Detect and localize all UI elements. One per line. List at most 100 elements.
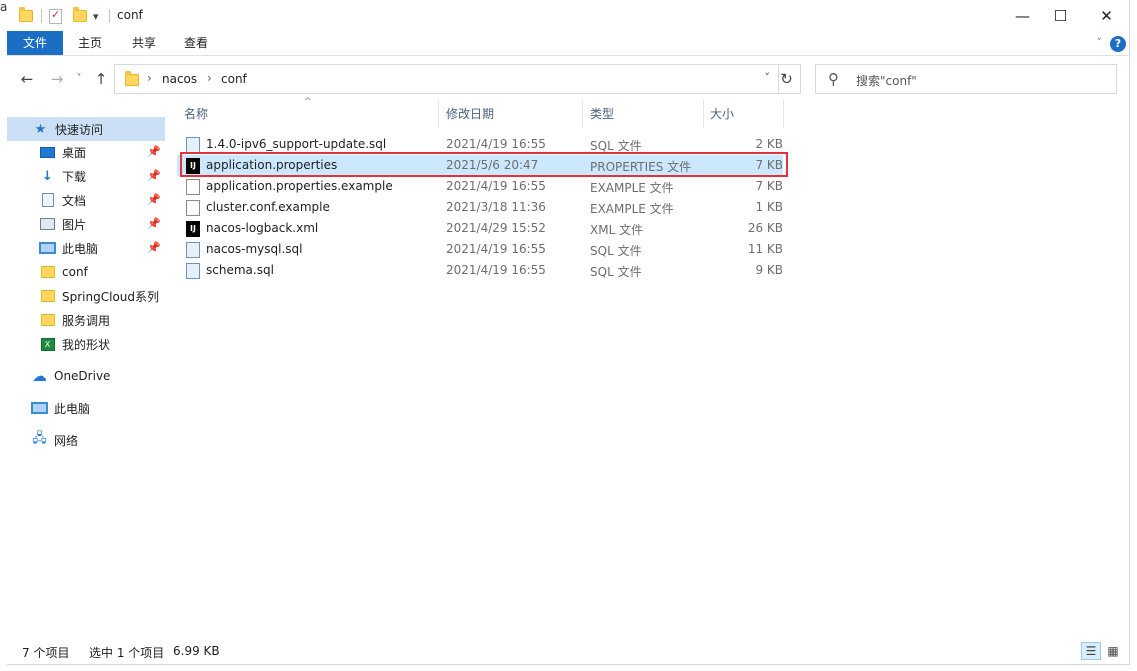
sidebar-item-documents[interactable]: 文档 📌: [7, 188, 165, 212]
file-name: nacos-logback.xml: [206, 221, 319, 235]
help-icon[interactable]: ?: [1110, 36, 1126, 52]
column-header-size[interactable]: 大小: [710, 100, 734, 128]
file-date: 2021/4/19 16:55: [446, 263, 546, 277]
file-name: application.properties.example: [206, 179, 393, 193]
tab-file[interactable]: 文件: [7, 31, 63, 55]
file-date: 2021/4/19 16:55: [446, 242, 546, 256]
column-header-type[interactable]: 类型: [590, 100, 614, 128]
network-icon: 🖧: [32, 431, 47, 446]
file-row[interactable]: application.properties.example 2021/4/19…: [177, 176, 783, 197]
background-window-edge: al: [0, 0, 7, 30]
status-bar: 7 个项目 选中 1 个项目 6.99 KB ☰ ▦: [7, 638, 1130, 664]
file-name: schema.sql: [206, 263, 274, 277]
navigation-pane: ★ 快速访问 桌面 📌 ↓ 下载 📌 文档 📌 图片 📌 此电脑 📌 conf …: [7, 107, 165, 632]
column-divider[interactable]: [582, 100, 583, 128]
forward-button[interactable]: →: [47, 70, 67, 88]
sidebar-item-this-pc-pinned[interactable]: 此电脑 📌: [7, 236, 165, 260]
file-name: cluster.conf.example: [206, 200, 330, 214]
pictures-icon: [39, 217, 56, 231]
recent-locations-dropdown[interactable]: ˅: [69, 73, 89, 91]
breadcrumb-separator: ›: [147, 71, 152, 85]
sql-file-icon: [186, 137, 200, 153]
tab-share[interactable]: 共享: [121, 31, 167, 55]
column-header-name[interactable]: 名称: [184, 100, 208, 128]
tab-view[interactable]: 查看: [173, 31, 219, 55]
breadcrumb-conf[interactable]: conf: [221, 72, 247, 86]
explorer-window: ▾ conf — ☐ ✕ 文件 主页 共享 查看 ˅ ? ← → ˅ ↑ › n…: [7, 0, 1130, 665]
computer-icon: [39, 241, 56, 255]
sidebar-item-my-shapes[interactable]: X 我的形状: [7, 332, 165, 356]
breadcrumb-nacos[interactable]: nacos: [162, 72, 197, 86]
address-dropdown-icon[interactable]: ˅: [765, 71, 771, 84]
file-type: EXAMPLE 文件: [590, 181, 674, 195]
desktop-icon: [39, 145, 56, 159]
window-title: conf: [117, 8, 143, 22]
sidebar-item-label: SpringCloud系列: [62, 289, 160, 304]
sidebar-item-onedrive[interactable]: ☁ OneDrive: [7, 364, 165, 388]
refresh-button[interactable]: ↻: [773, 64, 801, 94]
sidebar-item-springcloud[interactable]: SpringCloud系列: [7, 284, 165, 308]
search-icon: ⚲: [828, 70, 839, 88]
address-bar[interactable]: › nacos › conf ˅: [114, 64, 779, 94]
ribbon-expand-icon[interactable]: ˅: [1097, 36, 1103, 49]
sidebar-item-pictures[interactable]: 图片 📌: [7, 212, 165, 236]
sidebar-item-label: 我的形状: [62, 337, 111, 352]
new-folder-icon[interactable]: [73, 7, 87, 25]
file-size: 7 KB: [755, 179, 783, 193]
star-icon: ★: [34, 121, 47, 137]
blank-file-icon: [186, 200, 200, 216]
selection-count: 选中 1 个项目: [89, 646, 165, 660]
file-row[interactable]: IJ nacos-logback.xml 2021/4/29 15:52 XML…: [177, 218, 783, 239]
file-date: 2021/3/18 11:36: [446, 200, 546, 214]
sidebar-item-desktop[interactable]: 桌面 📌: [7, 140, 165, 164]
column-divider[interactable]: [703, 100, 704, 128]
file-row[interactable]: nacos-mysql.sql 2021/4/19 16:55 SQL 文件 1…: [177, 239, 783, 260]
quick-access-folder-icon[interactable]: [19, 7, 33, 25]
pin-icon[interactable]: 📌: [147, 145, 161, 158]
sidebar-item-label: conf: [62, 265, 88, 279]
close-button[interactable]: ✕: [1084, 0, 1129, 31]
pin-icon[interactable]: 📌: [147, 217, 161, 230]
annotation-highlight-box: [180, 152, 788, 177]
sidebar-item-quick-access[interactable]: ★ 快速访问: [7, 117, 165, 141]
sidebar-item-label: 快速访问: [55, 122, 104, 137]
properties-icon[interactable]: [49, 7, 62, 25]
details-view-icon[interactable]: ☰: [1081, 642, 1101, 660]
file-name: nacos-mysql.sql: [206, 242, 303, 256]
customize-toolbar-dropdown[interactable]: ▾: [93, 7, 99, 25]
title-separator: [109, 7, 110, 25]
tab-home[interactable]: 主页: [67, 31, 113, 55]
column-header-date[interactable]: 修改日期: [446, 100, 494, 128]
pin-icon[interactable]: 📌: [147, 193, 161, 206]
sidebar-item-conf[interactable]: conf: [7, 260, 165, 284]
breadcrumb-separator: ›: [207, 71, 212, 85]
maximize-button[interactable]: ☐: [1038, 0, 1083, 31]
large-icons-view-icon[interactable]: ▦: [1103, 642, 1123, 660]
ribbon: 文件 主页 共享 查看 ˅ ?: [7, 31, 1130, 56]
sidebar-item-label: 此电脑: [54, 401, 91, 416]
file-name: 1.4.0-ipv6_support-update.sql: [206, 137, 387, 151]
sort-ascending-icon: ^: [304, 97, 312, 107]
search-box[interactable]: ⚲ 搜索"conf": [815, 64, 1117, 94]
column-divider[interactable]: [783, 100, 784, 128]
sidebar-item-service-call[interactable]: 服务调用: [7, 308, 165, 332]
file-size: 26 KB: [747, 221, 783, 235]
back-button[interactable]: ←: [17, 70, 37, 88]
sidebar-item-network[interactable]: 🖧 网络: [7, 428, 165, 452]
up-button[interactable]: ↑: [91, 70, 111, 88]
sidebar-item-downloads[interactable]: ↓ 下载 📌: [7, 164, 165, 188]
pin-icon[interactable]: 📌: [147, 169, 161, 182]
sidebar-item-label: 下载: [62, 169, 87, 184]
file-size: 11 KB: [747, 242, 783, 256]
sidebar-item-this-pc[interactable]: 此电脑: [7, 396, 165, 420]
column-divider[interactable]: [438, 100, 439, 128]
pin-icon[interactable]: 📌: [147, 241, 161, 254]
address-folder-icon: [125, 71, 139, 86]
file-row[interactable]: schema.sql 2021/4/19 16:55 SQL 文件 9 KB: [177, 260, 783, 281]
file-row[interactable]: cluster.conf.example 2021/3/18 11:36 EXA…: [177, 197, 783, 218]
title-bar: ▾ conf — ☐ ✕: [7, 0, 1130, 31]
item-count: 7 个项目: [22, 646, 70, 660]
file-date: 2021/4/19 16:55: [446, 179, 546, 193]
sidebar-item-label: 网络: [54, 433, 79, 448]
selection-size: 6.99 KB: [173, 644, 220, 658]
